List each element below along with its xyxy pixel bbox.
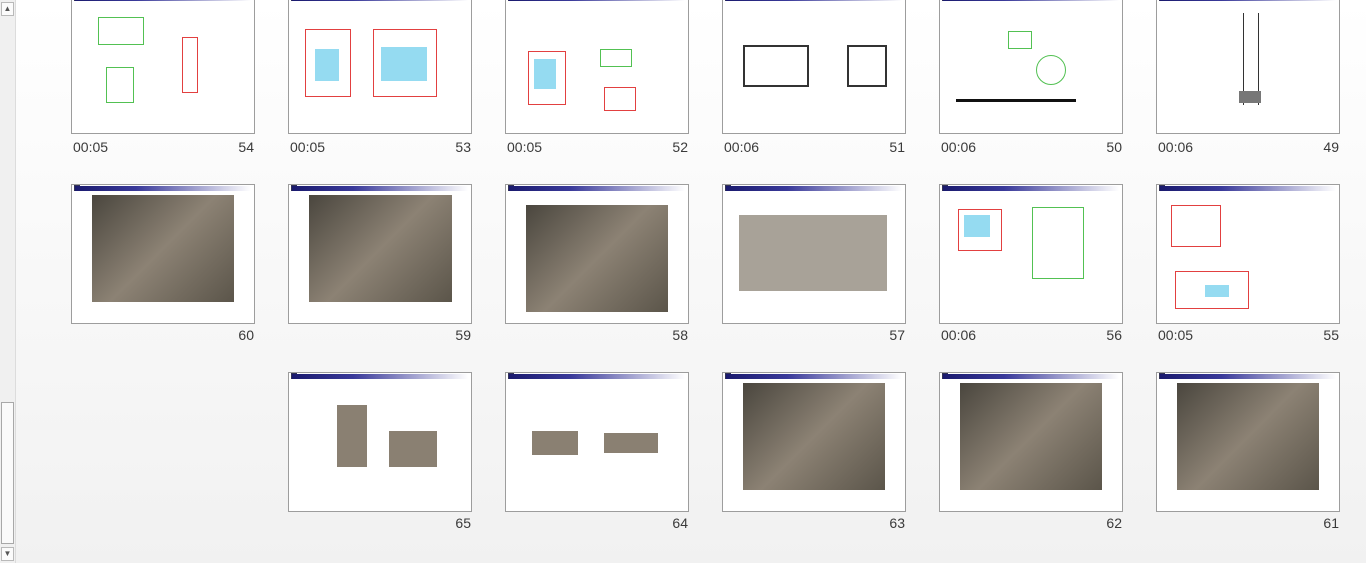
slide-timing: 00:05 bbox=[1158, 327, 1194, 343]
slide-number: 55 bbox=[1323, 327, 1339, 343]
cad-drawing bbox=[1239, 91, 1261, 103]
slide-number: 65 bbox=[455, 515, 471, 531]
scroll-thumb[interactable] bbox=[1, 402, 14, 544]
slide-timing: 00:06 bbox=[724, 139, 760, 155]
cad-drawing bbox=[743, 45, 809, 87]
slide-thumbnail[interactable] bbox=[288, 0, 472, 134]
slide-header-bar bbox=[943, 374, 1119, 379]
slide-timing: 00:05 bbox=[507, 139, 543, 155]
cad-drawing bbox=[604, 87, 636, 111]
slide-timing: 00:06 bbox=[941, 139, 977, 155]
slide-header-bar bbox=[1160, 0, 1336, 1]
slide-number: 54 bbox=[238, 139, 254, 155]
slide-thumbnail[interactable] bbox=[722, 0, 906, 134]
slide-number: 59 bbox=[455, 327, 471, 343]
vertical-scrollbar[interactable]: ▲ ▼ bbox=[0, 0, 16, 563]
cad-drawing bbox=[1171, 205, 1221, 247]
rendered-image bbox=[604, 433, 658, 453]
slide-number: 52 bbox=[672, 139, 688, 155]
slide-thumbnail[interactable] bbox=[71, 184, 255, 324]
slide-timing: 00:05 bbox=[73, 139, 109, 155]
slide-header-bar bbox=[726, 0, 902, 1]
cad-drawing bbox=[1205, 285, 1229, 297]
slide-thumbnail[interactable] bbox=[505, 184, 689, 324]
cad-drawing bbox=[1008, 31, 1032, 49]
slide-thumbnail[interactable] bbox=[939, 372, 1123, 512]
slide-timing: 00:06 bbox=[941, 327, 977, 343]
slide-header-bar bbox=[75, 0, 251, 1]
slide-thumbnail[interactable] bbox=[288, 184, 472, 324]
cad-drawing bbox=[964, 215, 990, 237]
slide-number: 62 bbox=[1106, 515, 1122, 531]
slide-number: 61 bbox=[1323, 515, 1339, 531]
slide-header-bar bbox=[1160, 186, 1336, 191]
rendered-image bbox=[532, 431, 578, 455]
slide-number: 51 bbox=[889, 139, 905, 155]
slide-number: 49 bbox=[1323, 139, 1339, 155]
slide-thumbnail[interactable] bbox=[1156, 0, 1340, 134]
rendered-image bbox=[526, 205, 668, 312]
cad-drawing bbox=[106, 67, 134, 103]
slide-number: 50 bbox=[1106, 139, 1122, 155]
slide-number: 58 bbox=[672, 327, 688, 343]
cad-drawing bbox=[600, 49, 632, 67]
scroll-down-button[interactable]: ▼ bbox=[1, 547, 14, 561]
slide-header-bar bbox=[292, 374, 468, 379]
slide-header-bar bbox=[292, 186, 468, 191]
slide-thumbnail[interactable] bbox=[722, 372, 906, 512]
slide-number: 64 bbox=[672, 515, 688, 531]
cad-drawing bbox=[1036, 55, 1066, 85]
cad-drawing bbox=[956, 99, 1076, 102]
cad-drawing bbox=[1032, 207, 1084, 279]
slide-number: 57 bbox=[889, 327, 905, 343]
slide-thumbnail[interactable] bbox=[505, 0, 689, 134]
rendered-image bbox=[309, 195, 452, 302]
cad-drawing bbox=[847, 45, 887, 87]
rendered-image bbox=[337, 405, 367, 467]
slide-timing: 00:06 bbox=[1158, 139, 1194, 155]
slide-thumbnail[interactable] bbox=[71, 0, 255, 134]
slide-timing: 00:05 bbox=[290, 139, 326, 155]
slide-thumbnail[interactable] bbox=[288, 372, 472, 512]
site-plan-image bbox=[739, 215, 887, 291]
slide-header-bar bbox=[509, 0, 685, 1]
slide-thumbnail[interactable] bbox=[505, 372, 689, 512]
slide-thumbnail[interactable] bbox=[939, 0, 1123, 134]
slide-thumbnail[interactable] bbox=[1156, 372, 1340, 512]
slide-thumbnail[interactable] bbox=[939, 184, 1123, 324]
rendered-image bbox=[389, 431, 437, 467]
slide-header-bar bbox=[509, 374, 685, 379]
slide-number: 63 bbox=[889, 515, 905, 531]
cad-drawing bbox=[534, 59, 556, 89]
slide-number: 60 bbox=[238, 327, 254, 343]
slide-header-bar bbox=[943, 0, 1119, 1]
cad-drawing bbox=[98, 17, 144, 45]
slide-header-bar bbox=[509, 186, 685, 191]
cad-drawing bbox=[315, 49, 339, 81]
slide-header-bar bbox=[1160, 374, 1336, 379]
slide-number: 53 bbox=[455, 139, 471, 155]
slide-thumbnail[interactable] bbox=[722, 184, 906, 324]
slide-header-bar bbox=[292, 0, 468, 1]
rendered-image bbox=[743, 383, 885, 490]
slide-header-bar bbox=[75, 186, 251, 191]
rendered-image bbox=[960, 383, 1102, 490]
cad-drawing bbox=[182, 37, 198, 93]
slide-header-bar bbox=[943, 186, 1119, 191]
slide-header-bar bbox=[726, 186, 902, 191]
slide-header-bar bbox=[726, 374, 902, 379]
slide-thumbnail[interactable] bbox=[1156, 184, 1340, 324]
rendered-image bbox=[92, 195, 234, 302]
cad-drawing bbox=[381, 47, 427, 81]
scroll-up-button[interactable]: ▲ bbox=[1, 2, 14, 16]
rendered-image bbox=[1177, 383, 1319, 490]
slide-number: 56 bbox=[1106, 327, 1122, 343]
